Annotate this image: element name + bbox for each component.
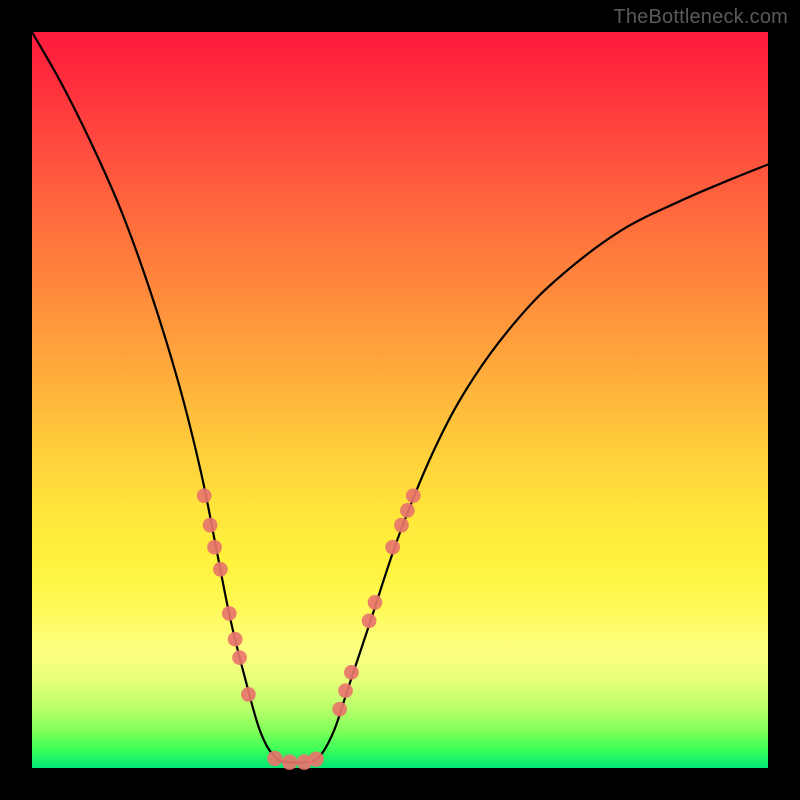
data-marker [400,503,415,518]
chart-frame: TheBottleneck.com [0,0,800,800]
data-marker [394,518,409,533]
data-marker [213,562,228,577]
data-marker [344,665,359,680]
data-marker [282,754,297,769]
data-markers-bottom [267,751,324,770]
data-marker [207,540,222,555]
data-marker [203,518,218,533]
chart-plot-area [32,32,768,768]
data-marker [332,702,347,717]
data-marker [222,606,237,621]
data-marker [385,540,400,555]
data-marker [228,632,243,647]
data-marker [241,687,256,702]
data-marker [197,488,212,503]
chart-svg [32,32,768,768]
data-marker [368,595,383,610]
data-marker [267,751,282,766]
data-marker [232,650,247,665]
bottleneck-curve [32,32,768,763]
data-markers-right [332,488,420,716]
data-marker [362,613,377,628]
data-marker [338,683,353,698]
data-marker [308,751,323,766]
watermark-text: TheBottleneck.com [613,6,788,29]
data-marker [406,488,421,503]
